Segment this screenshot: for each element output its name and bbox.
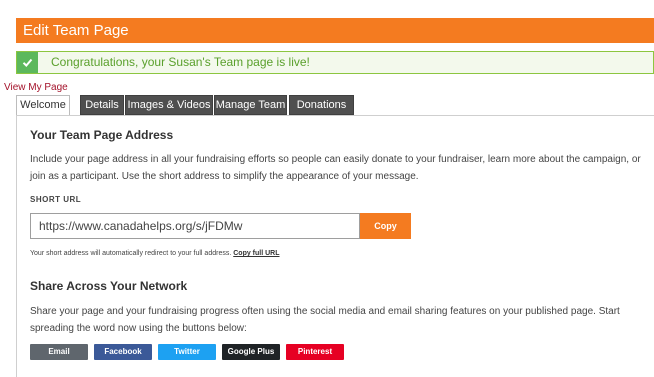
facebook-share-button[interactable]: Facebook: [94, 344, 152, 360]
pinterest-share-button[interactable]: Pinterest: [286, 344, 344, 360]
page-title: Edit Team Page: [23, 22, 129, 39]
tab-donations[interactable]: Donations: [289, 95, 354, 115]
tab-manage-team[interactable]: Manage Team: [214, 95, 287, 115]
view-my-page-link[interactable]: View My Page: [4, 82, 68, 93]
short-url-input[interactable]: [30, 213, 360, 239]
success-message: Congratulations, your Susan's Team page …: [51, 55, 310, 69]
share-network-heading: Share Across Your Network: [30, 279, 188, 293]
email-share-button[interactable]: Email: [30, 344, 88, 360]
short-url-label: SHORT URL: [30, 195, 82, 204]
page-header: Edit Team Page: [16, 18, 654, 43]
google-plus-share-button[interactable]: Google Plus: [222, 344, 280, 360]
copy-full-url-link[interactable]: Copy full URL: [233, 250, 279, 257]
team-page-address-heading: Your Team Page Address: [30, 128, 174, 142]
redirect-note-text: Your short address will automatically re…: [30, 250, 232, 257]
team-page-address-description: Include your page address in all your fu…: [30, 154, 641, 182]
share-network-description: Share your page and your fundraising pro…: [30, 306, 620, 334]
tab-details[interactable]: Details: [80, 95, 124, 115]
copy-button[interactable]: Copy: [360, 213, 411, 239]
welcome-panel: Your Team Page Address Include your page…: [16, 115, 654, 377]
twitter-share-button[interactable]: Twitter: [158, 344, 216, 360]
tab-images-videos[interactable]: Images & Videos: [125, 95, 213, 115]
checkmark-icon: [17, 52, 38, 73]
success-alert: Congratulations, your Susan's Team page …: [16, 51, 654, 74]
redirect-note: Your short address will automatically re…: [30, 250, 280, 257]
tab-welcome[interactable]: Welcome: [16, 95, 70, 116]
